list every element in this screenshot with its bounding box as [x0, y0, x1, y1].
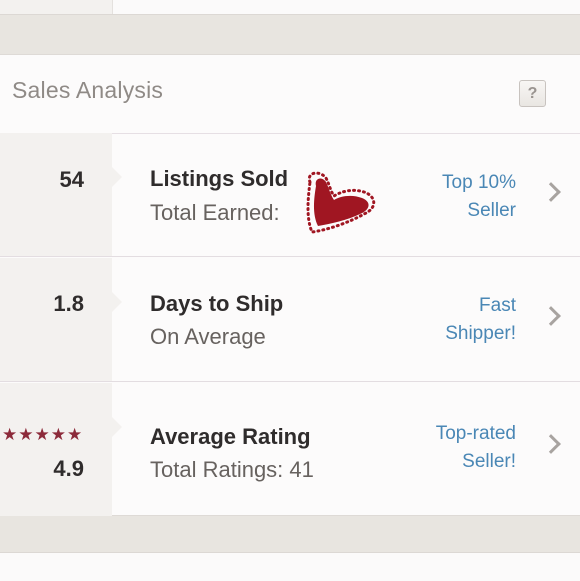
card-header: Sales Analysis ?: [0, 55, 580, 134]
top-rated-seller-badge[interactable]: Top-rated Seller!: [436, 420, 516, 476]
on-average-label: On Average: [150, 324, 266, 349]
badge-line-1: Top-rated: [435, 423, 516, 444]
days-to-ship-value: 1.8: [53, 291, 84, 316]
stat-column: 1.8: [0, 258, 122, 381]
average-rating-label: Average Rating: [150, 424, 311, 449]
chevron-right-icon[interactable]: [541, 182, 561, 202]
previous-card-edge: [0, 0, 580, 15]
badge-line-2: Seller!: [462, 451, 516, 472]
next-card-edge: [0, 552, 580, 581]
total-earned-label: Total Earned:: [150, 200, 280, 225]
fast-shipper-badge[interactable]: Fast Shipper!: [445, 292, 516, 348]
heart-fill: [314, 178, 369, 226]
badge-line-2: Shipper!: [445, 323, 516, 344]
rating-stars: ★★★★★: [2, 425, 84, 444]
total-ratings-label: Total Ratings: 41: [150, 457, 314, 482]
badge-line-2: Seller: [467, 200, 516, 221]
stat-column: 54: [0, 133, 122, 256]
badge-line-1: Fast: [479, 295, 516, 316]
background-band: [0, 516, 580, 552]
chevron-right-icon[interactable]: [541, 434, 561, 454]
listings-sold-label: Listings Sold: [150, 166, 289, 191]
stat-column: ★★★★★ 4.9: [0, 383, 122, 516]
chevron-right-icon[interactable]: [541, 306, 561, 326]
badge-line-1: Top 10%: [442, 172, 516, 193]
question-mark-icon[interactable]: ?: [519, 80, 546, 107]
top-seller-badge[interactable]: Top 10% Seller: [442, 169, 516, 225]
previous-card-stat-column: [0, 0, 113, 14]
stat-row-average-rating[interactable]: ★★★★★ 4.9 Average Rating Total Ratings: …: [0, 383, 580, 516]
average-rating-value: 4.9: [53, 456, 84, 481]
days-to-ship-label: Days to Ship: [150, 291, 284, 316]
listings-sold-count: 54: [59, 167, 84, 192]
heart-sticker-icon: [306, 171, 376, 234]
card-title: Sales Analysis: [12, 77, 164, 103]
stat-row-days-to-ship[interactable]: 1.8 Days to Ship On Average Fast Shipper…: [0, 258, 580, 382]
stat-row-listings-sold[interactable]: 54 Listings Sold Total Earned: Top 10% S…: [0, 133, 580, 257]
background-band: [0, 15, 580, 54]
